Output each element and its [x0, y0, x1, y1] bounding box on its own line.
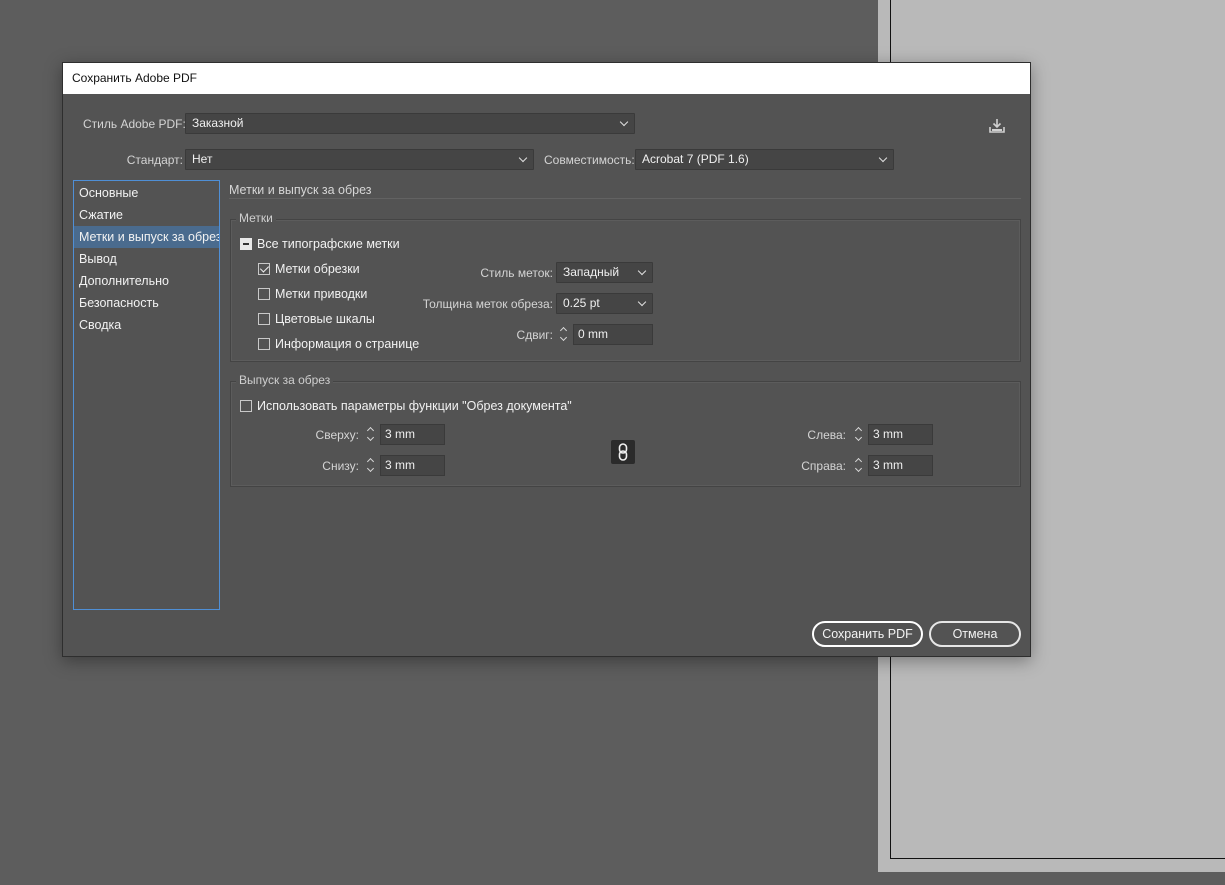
- save-pdf-button[interactable]: Сохранить PDF: [812, 621, 923, 647]
- bleed-top-stepper[interactable]: [366, 424, 377, 445]
- use-doc-bleed-label: Использовать параметры функции "Обрез до…: [257, 399, 572, 413]
- preset-value: Заказной: [192, 116, 244, 130]
- mark-weight-label: Толщина меток обреза:: [422, 297, 553, 311]
- link-icon[interactable]: [611, 440, 635, 464]
- preset-label: Стиль Adobe PDF:: [83, 117, 186, 131]
- bleed-top-input[interactable]: 3 mm: [380, 424, 445, 445]
- mark-weight-select[interactable]: 0.25 pt: [556, 293, 653, 314]
- crop-marks-checkbox[interactable]: [258, 263, 270, 275]
- offset-input[interactable]: 0 mm: [573, 324, 653, 345]
- marks-legend: Метки: [236, 211, 276, 225]
- crop-marks-label: Метки обрезки: [275, 262, 360, 276]
- save-preset-icon[interactable]: [987, 117, 1007, 135]
- standard-label: Стандарт:: [126, 153, 183, 167]
- chevron-down-icon: [619, 117, 629, 129]
- bleed-top-label: Сверху:: [315, 428, 359, 442]
- chevron-down-icon: [637, 266, 647, 278]
- sidebar-item-general[interactable]: Основные: [74, 182, 219, 204]
- standard-select[interactable]: Нет: [185, 149, 534, 170]
- page-info-checkbox[interactable]: [258, 338, 270, 350]
- color-bars-checkbox[interactable]: [258, 313, 270, 325]
- dialog-title: Сохранить Adobe PDF: [63, 63, 1030, 94]
- category-list: Основные Сжатие Метки и выпуск за обрез …: [73, 180, 220, 610]
- bleed-right-input[interactable]: 3 mm: [868, 455, 933, 476]
- mark-type-label: Стиль меток:: [480, 266, 553, 280]
- mark-type-value: Западный: [563, 265, 620, 279]
- bleed-bottom-stepper[interactable]: [366, 455, 377, 476]
- chevron-down-icon: [637, 297, 647, 309]
- all-marks-label: Все типографские метки: [257, 237, 400, 251]
- sidebar-item-advanced[interactable]: Дополнительно: [74, 270, 219, 292]
- sidebar-item-output[interactable]: Вывод: [74, 248, 219, 270]
- preset-select[interactable]: Заказной: [185, 113, 635, 134]
- bleed-left-input[interactable]: 3 mm: [868, 424, 933, 445]
- color-bars-label: Цветовые шкалы: [275, 312, 375, 326]
- sidebar-item-security[interactable]: Безопасность: [74, 292, 219, 314]
- bleed-legend: Выпуск за обрез: [236, 373, 334, 387]
- save-pdf-dialog: Сохранить Adobe PDF Стиль Adobe PDF: Зак…: [62, 62, 1031, 657]
- sidebar-item-compression[interactable]: Сжатие: [74, 204, 219, 226]
- bleed-bottom-label: Снизу:: [322, 459, 359, 473]
- bleed-left-stepper[interactable]: [854, 424, 865, 445]
- bleed-right-stepper[interactable]: [854, 455, 865, 476]
- standard-value: Нет: [192, 152, 213, 166]
- compatibility-value: Acrobat 7 (PDF 1.6): [642, 152, 749, 166]
- all-marks-checkbox[interactable]: [240, 238, 252, 250]
- mark-weight-value: 0.25 pt: [563, 296, 600, 310]
- compatibility-select[interactable]: Acrobat 7 (PDF 1.6): [635, 149, 894, 170]
- offset-label: Сдвиг:: [516, 328, 553, 342]
- cancel-button[interactable]: Отмена: [929, 621, 1021, 647]
- registration-marks-checkbox[interactable]: [258, 288, 270, 300]
- bleed-bottom-input[interactable]: 3 mm: [380, 455, 445, 476]
- page-info-label: Информация о странице: [275, 337, 420, 351]
- bleed-left-label: Слева:: [807, 428, 846, 442]
- panel-divider: [229, 198, 1021, 199]
- mark-type-select[interactable]: Западный: [556, 262, 653, 283]
- registration-marks-label: Метки приводки: [275, 287, 368, 301]
- use-doc-bleed-checkbox[interactable]: [240, 400, 252, 412]
- offset-stepper[interactable]: [559, 324, 570, 345]
- chevron-down-icon: [878, 153, 888, 165]
- bleed-right-label: Справа:: [801, 459, 846, 473]
- panel-title: Метки и выпуск за обрез: [229, 183, 372, 197]
- sidebar-item-marks-bleeds[interactable]: Метки и выпуск за обрез: [74, 226, 219, 248]
- chevron-down-icon: [518, 153, 528, 165]
- sidebar-item-summary[interactable]: Сводка: [74, 314, 219, 336]
- compatibility-label: Совместимость:: [544, 153, 635, 167]
